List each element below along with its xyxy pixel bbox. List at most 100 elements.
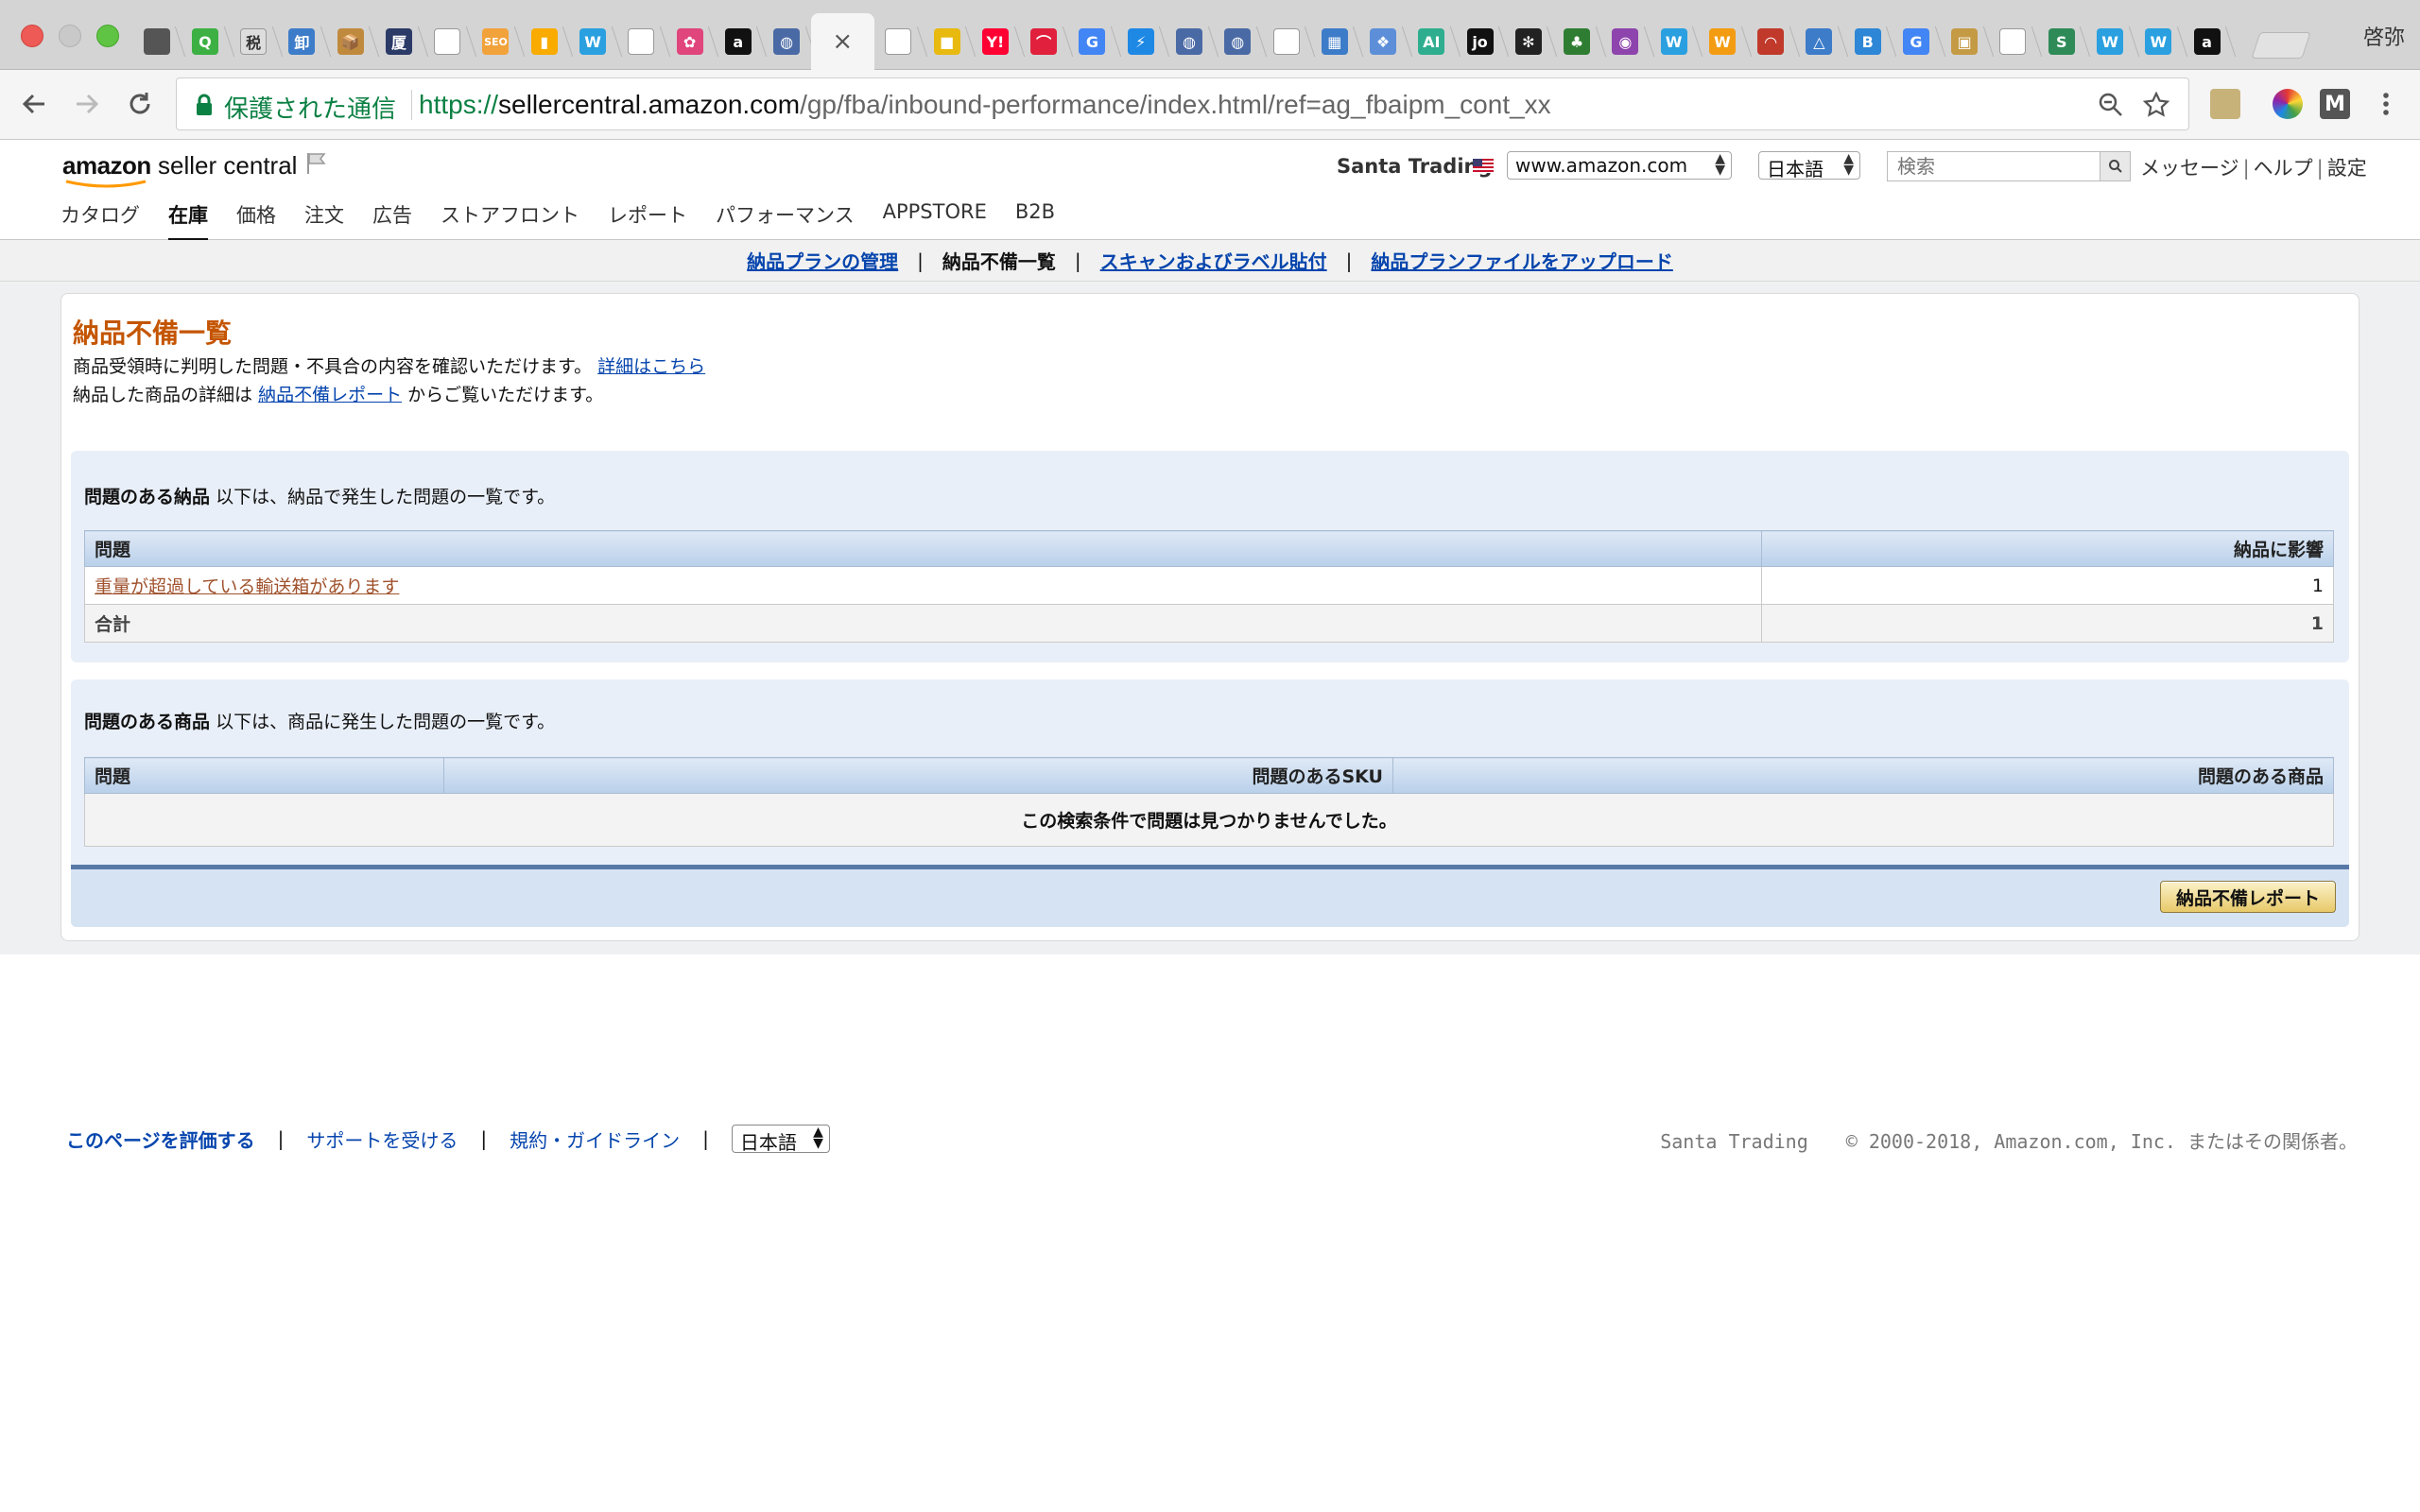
language-select[interactable]: 日本語 ▲ ▼ [1758,151,1860,180]
browser-tab[interactable]: S [2037,13,2085,70]
flag-icon[interactable] [304,151,329,176]
browser-tab[interactable]: ■ [923,13,971,70]
extension-color-picker-icon[interactable] [2273,89,2303,119]
browser-tab[interactable]: ✿ [666,13,714,70]
browser-tab[interactable]: 📦 [326,13,374,70]
footer-language-select[interactable]: 日本語 ▲ ▼ [731,1125,830,1154]
browser-tab[interactable]: ▦ [1310,13,1358,70]
browser-tab[interactable]: ✻ [1504,13,1552,70]
browser-tab[interactable]: ❖ [1358,13,1407,70]
browser-tab[interactable]: ⌒ [1020,13,1068,70]
messages-link[interactable]: メッセージ [2140,157,2239,180]
browser-tab[interactable]: ⚡ [1116,13,1165,70]
zoom-icon[interactable] [2098,92,2124,118]
browser-tab[interactable]: B [1843,13,1892,70]
nav-item-b2b[interactable]: B2B [1015,200,1055,242]
browser-tab[interactable] [1989,13,2037,70]
browser-tab[interactable]: ◠ [1747,13,1795,70]
column-header-issue[interactable]: 問題 [84,757,444,794]
browser-profile-name[interactable]: 啓弥 [2363,21,2405,51]
nav-item-appstore[interactable]: APPSTORE [883,200,987,242]
bolt-icon: ⚡ [1127,28,1154,55]
active-browser-tab[interactable]: × [810,13,874,70]
subnav-manage-plans-link[interactable]: 納品プランの管理 [747,247,898,274]
column-header-affected-products[interactable]: 問題のある商品 [1392,757,2334,794]
browser-tab[interactable]: △ [1795,13,1843,70]
nav-item-catalog[interactable]: カタログ [60,200,140,242]
column-header-affected-sku[interactable]: 問題のあるSKU [443,757,1393,794]
merchant-name[interactable]: Santa Trading [1337,155,1493,178]
terms-link[interactable]: 規約・ガイドライン [510,1125,680,1153]
browser-tab[interactable] [617,13,666,70]
nav-item-pricing[interactable]: 価格 [236,200,276,242]
browser-tab[interactable] [874,13,923,70]
browser-tab[interactable]: a [714,13,762,70]
browser-tab[interactable]: W [2085,13,2134,70]
browser-tab[interactable]: ♣ [1552,13,1600,70]
browser-tab[interactable]: 税 [230,13,278,70]
forward-button[interactable] [68,85,106,123]
address-bar[interactable]: 保護された通信 https://sellercentral.amazon.com… [176,77,2189,130]
browser-tab[interactable]: ▣ [1941,13,1989,70]
browser-tab[interactable]: jo [1456,13,1504,70]
marketplace-select[interactable]: www.amazon.com ▲ ▼ [1507,151,1732,180]
bookmark-star-icon[interactable] [2143,92,2169,118]
close-tab-icon[interactable]: × [832,27,853,56]
help-link[interactable]: ヘルプ [2254,157,2313,180]
seller-central-logo[interactable]: amazon seller central [62,151,297,188]
nav-item-advertising[interactable]: 広告 [372,200,412,242]
subnav-scan-label-link[interactable]: スキャンおよびラベル貼付 [1100,247,1327,274]
nav-item-performance[interactable]: パフォーマンス [716,200,855,242]
defect-report-link[interactable]: 納品不備レポート [258,385,402,405]
browser-tab[interactable]: ▮ [520,13,568,70]
subnav-upload-link[interactable]: 納品プランファイルをアップロード [1371,247,1672,274]
details-link[interactable]: 詳細はこちら [597,356,705,377]
nav-item-orders[interactable]: 注文 [304,200,344,242]
nav-item-reports[interactable]: レポート [608,200,687,242]
browser-tab[interactable]: SEO [472,13,520,70]
browser-tab[interactable]: W [568,13,616,70]
browser-tab[interactable]: ◉ [1601,13,1650,70]
extension-image-icon[interactable] [2210,89,2240,119]
browser-menu-button[interactable] [2367,85,2405,123]
amazon-a-icon: a [2193,28,2221,55]
defect-report-button[interactable]: 納品不備レポート [2159,881,2336,913]
support-link[interactable]: サポートを受ける [306,1125,458,1153]
browser-tab[interactable]: G [1068,13,1116,70]
browser-tab[interactable]: W [1650,13,1698,70]
reload-button[interactable] [121,85,159,123]
browser-tab[interactable]: ◍ [1214,13,1262,70]
browser-tab[interactable] [1262,13,1310,70]
panda-icon: ✻ [1514,28,1542,55]
url-text[interactable]: https://sellercentral.amazon.com/gp/fba/… [419,90,1551,120]
browser-tab[interactable]: Y! [971,13,1019,70]
browser-tab[interactable]: 卸 [278,13,326,70]
window-zoom-button[interactable] [96,25,119,47]
column-header-issue[interactable]: 問題 [84,530,1762,567]
browser-tab[interactable]: AI [1408,13,1456,70]
browser-tab[interactable]: 厦 [374,13,423,70]
extension-m-icon[interactable]: M [2320,89,2350,119]
column-header-affected-shipments[interactable]: 納品に影響 [1761,530,2334,567]
window-close-button[interactable] [21,25,43,47]
window-minimize-button[interactable] [59,25,81,47]
back-button[interactable] [15,85,53,123]
nav-item-storefront[interactable]: ストアフロント [441,200,579,242]
secure-connection-label[interactable]: 保護された通信 [224,90,396,125]
browser-tab[interactable]: G [1892,13,1940,70]
browser-tab[interactable] [424,13,472,70]
settings-link[interactable]: 設定 [2327,157,2367,180]
browser-tab[interactable]: a [2183,13,2231,70]
search-button[interactable] [2100,152,2130,180]
browser-tab[interactable]: Q [181,13,229,70]
rate-page-link[interactable]: このページを評価する [66,1125,255,1153]
new-tab-button[interactable] [2251,32,2311,59]
search-input[interactable] [1888,152,2096,180]
browser-tab[interactable]: W [1698,13,1746,70]
browser-tab[interactable]: ◍ [1165,13,1213,70]
browser-tab[interactable]: W [2135,13,2183,70]
issue-link[interactable]: 重量が超過している輸送箱があります [95,576,399,597]
browser-tab[interactable]: ◍ [762,13,810,70]
browser-tab[interactable] [132,13,181,70]
nav-item-inventory[interactable]: 在庫 [168,200,208,242]
